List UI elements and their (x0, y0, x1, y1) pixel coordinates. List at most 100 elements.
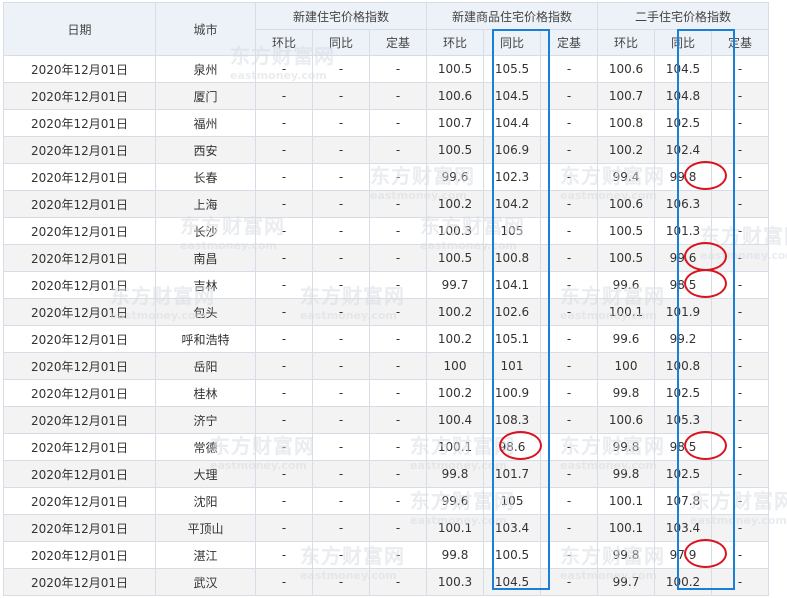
cell-city: 沈阳 (155, 487, 256, 515)
subheader-mom[interactable]: 环比 (597, 29, 655, 56)
cell-new-residential-mom: - (255, 136, 313, 164)
cell-new-residential-mom: - (255, 271, 313, 299)
cell-new-commercial-mom: 100.6 (426, 82, 484, 110)
table-row[interactable]: 2020年12月01日 武汉 - - -100.3 104.5-99.7 100.2- (3, 568, 769, 596)
cell-new-commercial-yoy: 104.1 (483, 271, 541, 299)
cell-new-residential-yoy: - (312, 379, 370, 407)
cell-new-commercial-yoy: 108.3 (483, 406, 541, 434)
cell-date: 2020年12月01日 (3, 55, 156, 83)
cell-second-hand-base: - (711, 487, 769, 515)
cell-new-residential-mom: - (255, 109, 313, 137)
cell-new-commercial-yoy: 105.1 (483, 325, 541, 353)
cell-new-commercial-mom: 100.7 (426, 109, 484, 137)
table-row[interactable]: 2020年12月01日 西安 - - -100.5 106.9-100.2 102.4- (3, 136, 769, 164)
table-row[interactable]: 2020年12月01日 厦门 - - -100.6 104.5-100.7 104.8- (3, 82, 769, 110)
cell-new-residential-yoy: - (312, 487, 370, 515)
cell-second-hand-mom: 99.8 (597, 541, 655, 569)
table-row[interactable]: 2020年12月01日 南昌 - - -100.5 100.8-100.5 99.6- (3, 244, 769, 272)
cell-new-commercial-base: - (540, 163, 598, 191)
cell-new-commercial-base: - (540, 217, 598, 245)
cell-new-residential-mom: - (255, 514, 313, 542)
table-row[interactable]: 2020年12月01日 平顶山 - - -100.1 103.4-100.1 103.4- (3, 514, 769, 542)
cell-new-residential-mom: - (255, 406, 313, 434)
cell-new-residential-base: - (369, 379, 427, 407)
subheader-base[interactable]: 定基 (711, 29, 769, 56)
cell-new-commercial-yoy: 102.6 (483, 298, 541, 326)
cell-new-residential-base: - (369, 433, 427, 461)
subheader-mom[interactable]: 环比 (426, 29, 484, 56)
cell-new-commercial-mom: 100.2 (426, 298, 484, 326)
table-header: 日期 城市 新建住宅价格指数 新建商品住宅价格指数 二手住宅价格指数 环比 同比… (3, 2, 769, 56)
table-row[interactable]: 2020年12月01日 长沙 - - -100.3 105-100.5 101.3- (3, 217, 769, 245)
cell-second-hand-base: - (711, 298, 769, 326)
cell-new-commercial-mom: 100.1 (426, 514, 484, 542)
table-row[interactable]: 2020年12月01日 呼和浩特 - - -100.2 105.1-99.6 99.2- (3, 325, 769, 353)
cell-second-hand-mom: 100.1 (597, 298, 655, 326)
cell-new-residential-base: - (369, 109, 427, 137)
cell-date: 2020年12月01日 (3, 244, 156, 272)
subheader-yoy[interactable]: 同比 (654, 29, 712, 56)
cell-second-hand-yoy: 102.5 (654, 379, 712, 407)
cell-second-hand-base: - (711, 55, 769, 83)
table-row[interactable]: 2020年12月01日 常德 - - -100.1 98.6-99.8 98.5- (3, 433, 769, 461)
cell-second-hand-yoy: 100.2 (654, 568, 712, 596)
subheader-yoy[interactable]: 同比 (483, 29, 541, 56)
cell-date: 2020年12月01日 (3, 163, 156, 191)
table-row[interactable]: 2020年12月01日 沈阳 - - -99.6 105-100.1 107.8- (3, 487, 769, 515)
cell-second-hand-yoy: 107.8 (654, 487, 712, 515)
cell-second-hand-mom: 100.5 (597, 217, 655, 245)
table-row[interactable]: 2020年12月01日 吉林 - - -99.7 104.1-99.6 98.5- (3, 271, 769, 299)
column-header-date[interactable]: 日期 (3, 2, 156, 56)
cell-second-hand-base: - (711, 217, 769, 245)
table-row[interactable]: 2020年12月01日 长春 - - -99.6 102.3-99.4 99.8- (3, 163, 769, 191)
cell-new-residential-base: - (369, 460, 427, 488)
cell-new-commercial-yoy: 101.7 (483, 460, 541, 488)
cell-second-hand-mom: 100.6 (597, 55, 655, 83)
table-row[interactable]: 2020年12月01日 桂林 - - -100.2 100.9-99.8 102.5- (3, 379, 769, 407)
table-row[interactable]: 2020年12月01日 泉州 - - -100.5 105.5-100.6 104.5- (3, 55, 769, 83)
table-row[interactable]: 2020年12月01日 福州 - - -100.7 104.4-100.8 102.5- (3, 109, 769, 137)
subheader-base[interactable]: 定基 (540, 29, 598, 56)
cell-new-residential-yoy: - (312, 136, 370, 164)
cell-second-hand-mom: 100.7 (597, 82, 655, 110)
cell-second-hand-mom: 99.4 (597, 163, 655, 191)
table-row[interactable]: 2020年12月01日 湛江 - - -99.8 100.5-99.8 97.9- (3, 541, 769, 569)
subheader-mom[interactable]: 环比 (255, 29, 313, 56)
cell-new-commercial-yoy: 105 (483, 217, 541, 245)
cell-second-hand-mom: 99.8 (597, 460, 655, 488)
cell-new-residential-mom: - (255, 379, 313, 407)
cell-date: 2020年12月01日 (3, 82, 156, 110)
subheader-yoy[interactable]: 同比 (312, 29, 370, 56)
cell-new-residential-base: - (369, 568, 427, 596)
cell-second-hand-base: - (711, 352, 769, 380)
cell-second-hand-mom: 100.6 (597, 406, 655, 434)
cell-new-residential-base: - (369, 487, 427, 515)
cell-date: 2020年12月01日 (3, 379, 156, 407)
cell-new-residential-mom: - (255, 433, 313, 461)
cell-second-hand-yoy: 105.3 (654, 406, 712, 434)
cell-new-commercial-yoy: 105 (483, 487, 541, 515)
cell-second-hand-base: - (711, 379, 769, 407)
cell-second-hand-yoy: 100.8 (654, 352, 712, 380)
table-row[interactable]: 2020年12月01日 岳阳 - - -100 101-100 100.8- (3, 352, 769, 380)
cell-second-hand-mom: 99.6 (597, 271, 655, 299)
table-row[interactable]: 2020年12月01日 济宁 - - -100.4 108.3-100.6 105.3- (3, 406, 769, 434)
cell-new-residential-base: - (369, 271, 427, 299)
cell-new-commercial-mom: 99.6 (426, 487, 484, 515)
cell-new-commercial-mom: 100.5 (426, 244, 484, 272)
subheader-base[interactable]: 定基 (369, 29, 427, 56)
cell-new-commercial-base: - (540, 82, 598, 110)
cell-new-residential-mom: - (255, 325, 313, 353)
cell-city: 南昌 (155, 244, 256, 272)
cell-new-residential-mom: - (255, 487, 313, 515)
cell-new-commercial-base: - (540, 568, 598, 596)
cell-new-commercial-mom: 100.2 (426, 379, 484, 407)
table-row[interactable]: 2020年12月01日 包头 - - -100.2 102.6-100.1 101.9- (3, 298, 769, 326)
cell-city: 武汉 (155, 568, 256, 596)
table-row[interactable]: 2020年12月01日 大理 - - -99.8 101.7-99.8 102.5- (3, 460, 769, 488)
column-header-city[interactable]: 城市 (155, 2, 256, 56)
cell-date: 2020年12月01日 (3, 190, 156, 218)
cell-second-hand-base: - (711, 568, 769, 596)
cell-second-hand-yoy: 101.9 (654, 298, 712, 326)
table-row[interactable]: 2020年12月01日 上海 - - -100.2 104.2-100.6 106.3- (3, 190, 769, 218)
